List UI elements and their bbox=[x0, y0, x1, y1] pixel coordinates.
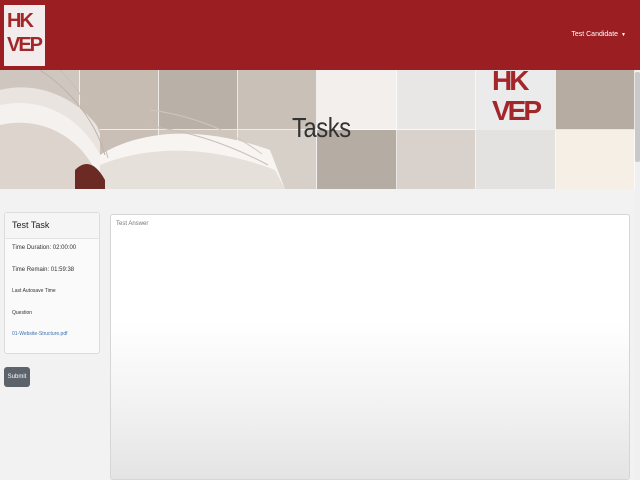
task-title: Test Task bbox=[5, 213, 99, 239]
banner-tile bbox=[556, 130, 635, 189]
page-banner: HK VEP Tasks bbox=[0, 70, 635, 189]
user-menu-dropdown[interactable]: Test Candidate ▼ bbox=[571, 31, 626, 38]
time-duration: Time Duration: 02:00:00 bbox=[12, 245, 77, 251]
caret-down-icon: ▼ bbox=[621, 32, 626, 38]
task-info-card: Test Task Time Duration: 02:00:00 Time R… bbox=[4, 212, 100, 354]
page-title: Tasks bbox=[292, 112, 351, 143]
banner-logo-text: HK VEP bbox=[492, 70, 542, 126]
hkvep-logo[interactable]: HK VEP bbox=[4, 5, 45, 66]
question-file-link[interactable]: 01-Website-Structure.pdf bbox=[12, 331, 68, 337]
time-remain: Time Remain: 01:59:38 bbox=[12, 267, 75, 273]
logo-text: HK VEP bbox=[7, 10, 43, 56]
banner-tile bbox=[476, 130, 556, 189]
last-autosave-time: Last Autosave Time bbox=[12, 288, 56, 294]
question-label: Question bbox=[12, 310, 33, 316]
open-book-image bbox=[0, 70, 285, 189]
banner-logo: HK VEP bbox=[476, 70, 556, 130]
banner-tile bbox=[397, 130, 476, 189]
answer-textarea[interactable] bbox=[110, 214, 630, 480]
submit-button[interactable]: Submit bbox=[4, 367, 30, 387]
top-navbar: HK VEP Test Candidate ▼ bbox=[0, 0, 640, 70]
banner-tile bbox=[556, 70, 635, 130]
banner-tile bbox=[397, 70, 476, 130]
scrollbar-thumb[interactable] bbox=[635, 72, 640, 162]
user-name: Test Candidate bbox=[571, 31, 619, 38]
